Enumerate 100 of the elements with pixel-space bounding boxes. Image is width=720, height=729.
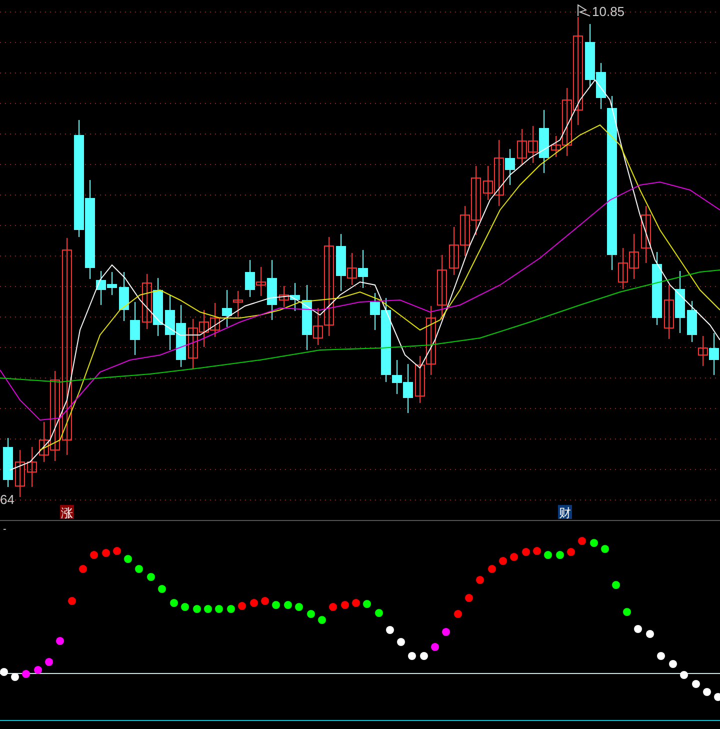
candlestick bbox=[199, 310, 209, 348]
indicator-dot bbox=[102, 549, 110, 557]
candlestick bbox=[130, 302, 140, 356]
indicator-dot bbox=[442, 628, 450, 636]
indicator-dot bbox=[193, 605, 201, 613]
indicator-dot bbox=[669, 660, 677, 668]
candlestick bbox=[641, 206, 651, 264]
indicator-dot bbox=[90, 551, 98, 559]
indicator-dot bbox=[454, 610, 462, 618]
indicator-dot bbox=[34, 666, 42, 674]
indicator-dot bbox=[386, 626, 394, 634]
indicator-dot bbox=[612, 581, 620, 589]
indicator-dot bbox=[408, 652, 416, 660]
candlestick bbox=[698, 336, 708, 366]
finance-marker: 财 bbox=[558, 505, 572, 520]
indicator-dot bbox=[272, 601, 280, 609]
indicator-dot bbox=[295, 603, 303, 611]
candlestick bbox=[165, 294, 175, 350]
indicator-label: - bbox=[3, 524, 6, 535]
indicator-dot bbox=[375, 609, 383, 617]
indicator-dot bbox=[522, 548, 530, 556]
candlestick bbox=[119, 272, 129, 322]
indicator-dot bbox=[250, 599, 258, 607]
indicator-dot bbox=[420, 652, 428, 660]
indicator-dot bbox=[284, 601, 292, 609]
candlestick bbox=[233, 290, 243, 318]
indicator-dot bbox=[465, 594, 473, 602]
indicator-dot bbox=[11, 673, 19, 681]
indicator-dot bbox=[227, 605, 235, 613]
candlestick bbox=[471, 166, 481, 236]
rise-marker: 涨 bbox=[60, 505, 74, 520]
candlestick bbox=[687, 300, 697, 342]
indicator-dot bbox=[567, 548, 575, 556]
indicator-dot bbox=[22, 670, 30, 678]
indicator-dot bbox=[544, 551, 552, 559]
candlestick bbox=[517, 128, 527, 166]
indicator-dot bbox=[590, 539, 598, 547]
candlestick bbox=[709, 332, 719, 376]
candlestick bbox=[460, 206, 470, 256]
indicator-dot bbox=[510, 553, 518, 561]
indicator-dot bbox=[578, 537, 586, 545]
indicator-dot bbox=[623, 608, 631, 616]
indicator-dot bbox=[341, 601, 349, 609]
indicator-dot bbox=[204, 605, 212, 613]
indicator-dot bbox=[431, 643, 439, 651]
indicator-dot bbox=[352, 599, 360, 607]
candlestick bbox=[449, 226, 459, 276]
indicator-dot bbox=[499, 557, 507, 565]
indicator-dot bbox=[261, 597, 269, 605]
candlestick bbox=[664, 284, 674, 340]
candlestick bbox=[290, 282, 300, 312]
candlestick bbox=[3, 438, 13, 488]
indicator-dot bbox=[56, 637, 64, 645]
indicator-dot bbox=[692, 680, 700, 688]
indicator-dot bbox=[135, 565, 143, 573]
indicator-dot bbox=[215, 605, 223, 613]
candlestick bbox=[188, 318, 198, 370]
indicator-dot bbox=[363, 600, 371, 608]
indicator-dot bbox=[703, 688, 711, 696]
candlestick bbox=[176, 304, 186, 368]
candlestick bbox=[245, 260, 255, 298]
candlestick bbox=[585, 24, 595, 88]
candlestick bbox=[403, 364, 413, 414]
indicator-dot bbox=[533, 547, 541, 555]
indicator-dot bbox=[238, 602, 246, 610]
indicator-dot bbox=[68, 597, 76, 605]
indicator-dot bbox=[556, 551, 564, 559]
indicator-dot bbox=[488, 565, 496, 573]
low-price-label: 64 bbox=[0, 492, 14, 507]
indicator-dot bbox=[307, 610, 315, 618]
indicator-dot bbox=[646, 630, 654, 638]
candlestick bbox=[27, 446, 37, 488]
indicator-dot bbox=[634, 625, 642, 633]
candlestick bbox=[153, 278, 163, 336]
candlestick bbox=[279, 286, 289, 308]
indicator-dot bbox=[170, 599, 178, 607]
candlestick bbox=[142, 274, 152, 330]
indicator-dot bbox=[147, 573, 155, 581]
candlestick bbox=[210, 302, 220, 338]
indicator-dot bbox=[79, 565, 87, 573]
high-price-label: 10.85 bbox=[592, 4, 625, 19]
indicator-dot bbox=[329, 603, 337, 611]
indicator-dot bbox=[0, 668, 8, 676]
candlestick bbox=[222, 290, 232, 328]
indicator-dot bbox=[318, 616, 326, 624]
indicator-dot bbox=[601, 545, 609, 553]
indicator-dot bbox=[113, 547, 121, 555]
candlestick bbox=[437, 254, 447, 320]
indicator-dot bbox=[124, 555, 132, 563]
candlestick bbox=[15, 450, 25, 498]
indicator-dot bbox=[476, 576, 484, 584]
indicator-dot bbox=[680, 671, 688, 679]
indicator-dot bbox=[181, 603, 189, 611]
candlestick bbox=[358, 250, 368, 288]
indicator-dot bbox=[45, 658, 53, 666]
indicator-dot bbox=[397, 638, 405, 646]
candlestick bbox=[629, 234, 639, 280]
indicator-dot bbox=[158, 585, 166, 593]
indicator-dot bbox=[657, 652, 665, 660]
candlestick bbox=[675, 270, 685, 334]
